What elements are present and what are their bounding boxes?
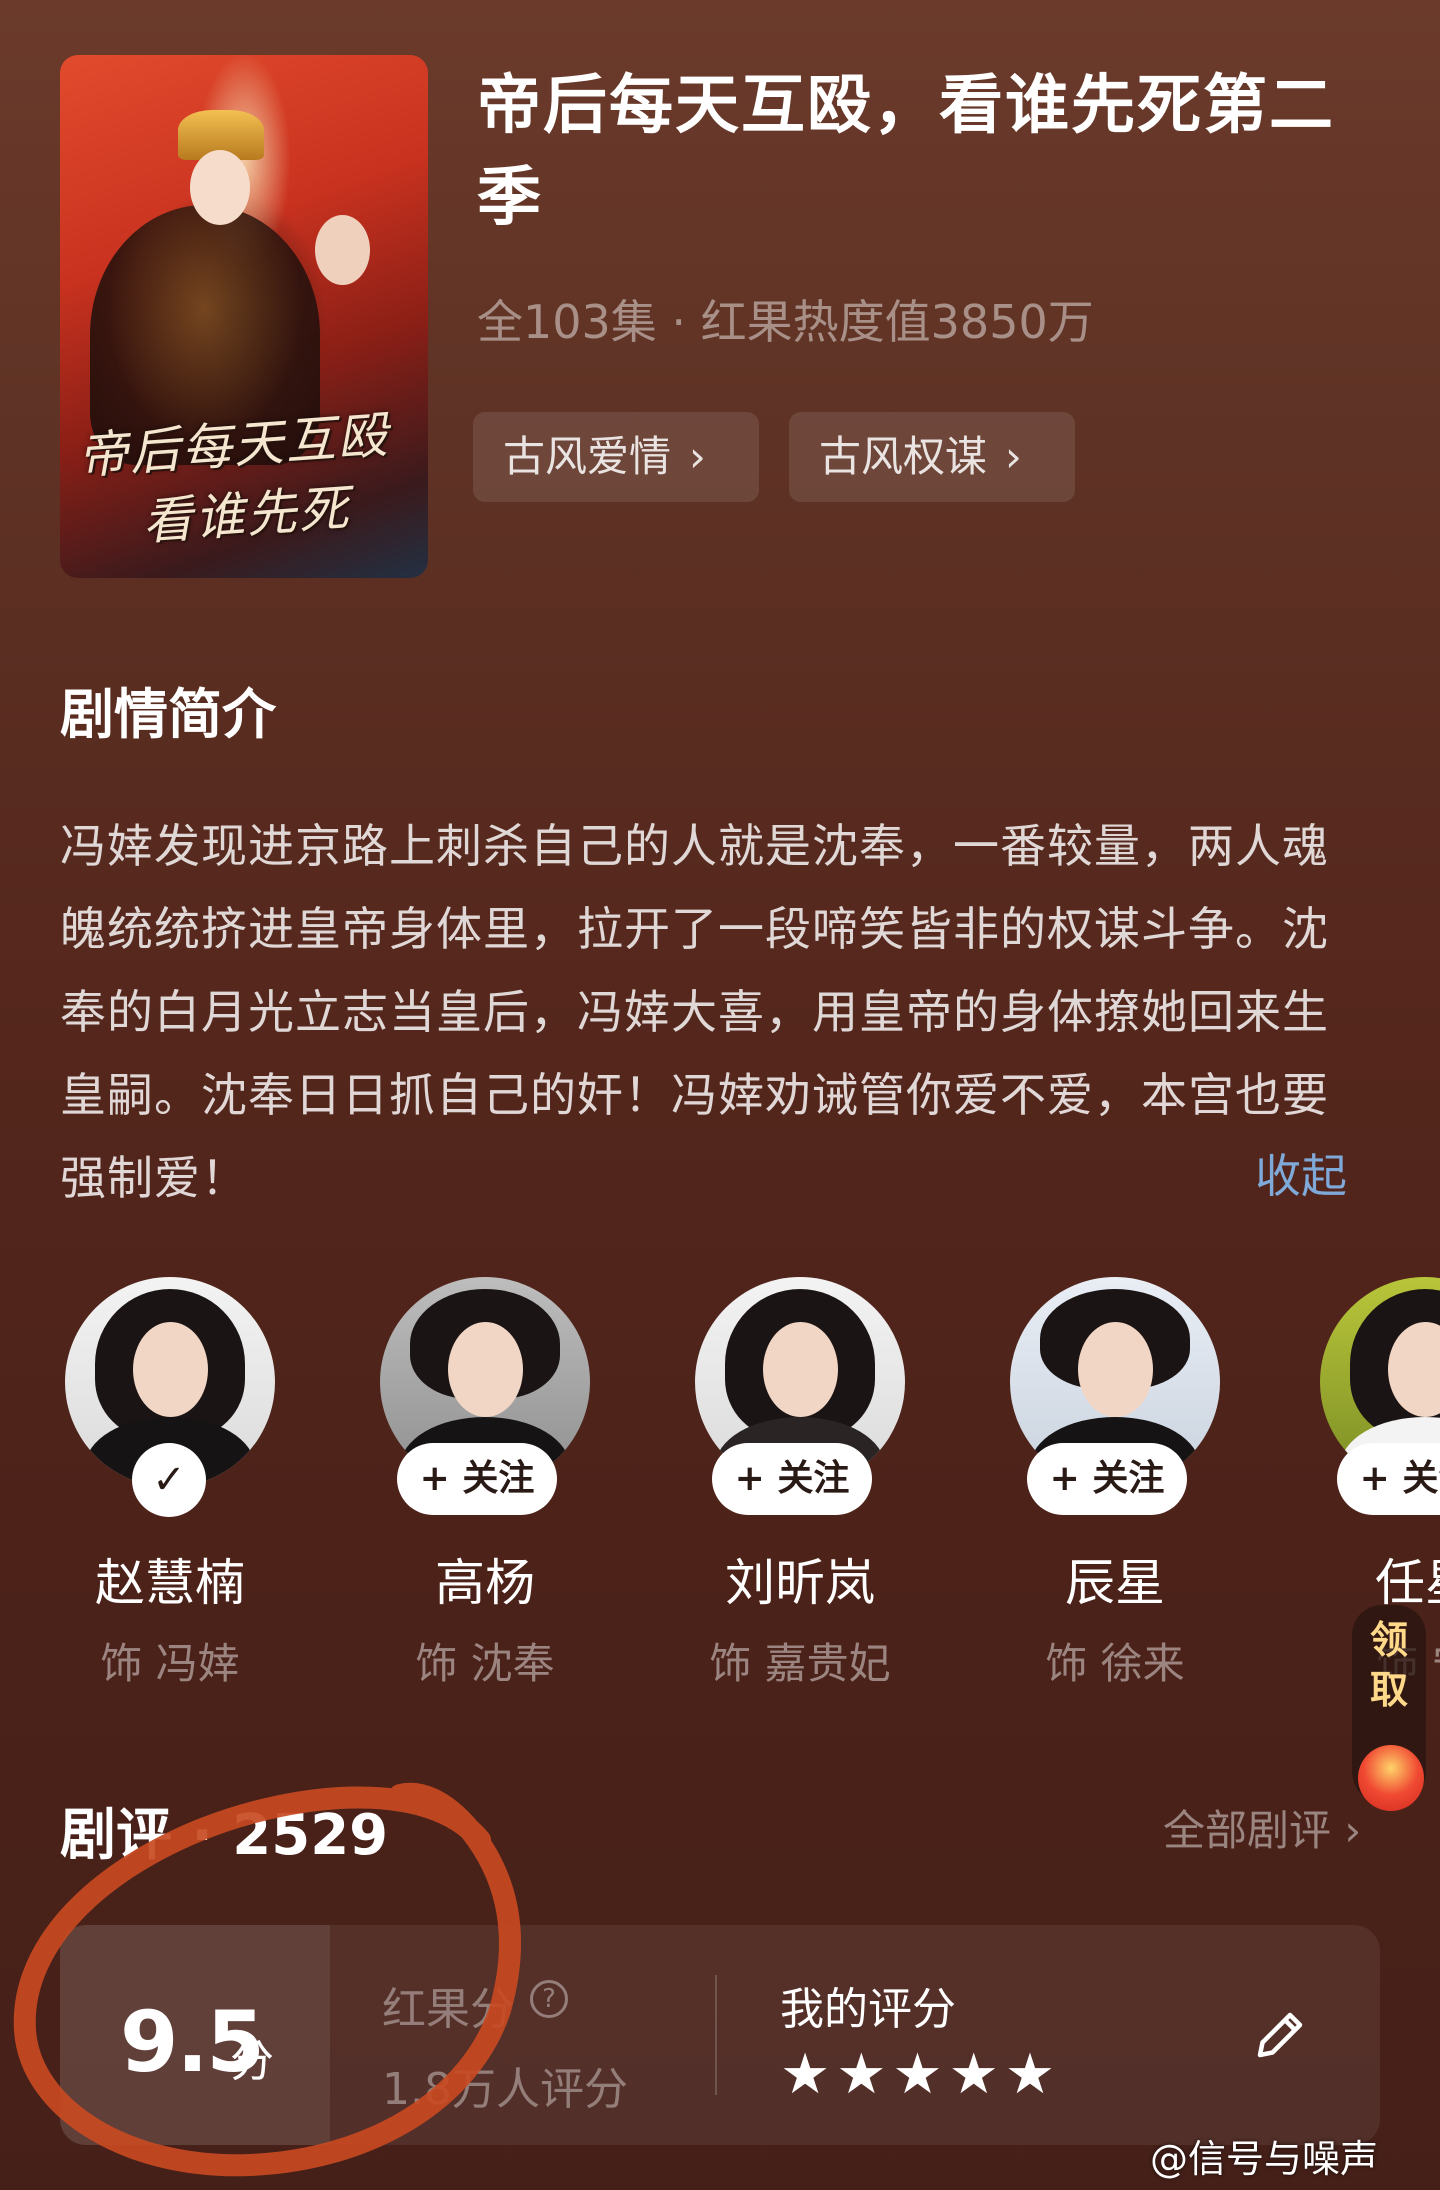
actor-role: 饰 嘉贵妃: [709, 1639, 891, 1688]
star-rating[interactable]: ★ ★ ★ ★ ★: [780, 2045, 1061, 2105]
star-icon[interactable]: ★: [780, 2045, 830, 2105]
pencil-icon[interactable]: [1250, 2005, 1310, 2065]
divider: [715, 1975, 717, 2095]
cast-member[interactable]: + 关注 高杨 饰 沈奉: [365, 1275, 595, 1705]
actor-name: 任星: [1375, 1554, 1440, 1612]
drama-title: 帝后每天互殴，看谁先死第二季: [477, 69, 1335, 235]
actor-role: 饰 沈奉: [415, 1639, 555, 1688]
star-icon[interactable]: ★: [949, 2045, 999, 2105]
actor-role: 饰 徐来: [1045, 1639, 1185, 1688]
score-label: 红果分: [382, 1984, 514, 2035]
actor-name: 刘昕岚: [725, 1554, 875, 1612]
follow-button[interactable]: + 关注: [1027, 1443, 1187, 1515]
poster-calligraphy: 帝后每天互殴 看谁先死: [76, 399, 415, 562]
poster-emperor-face: [315, 215, 370, 285]
rating-count: 1.8万人评分: [382, 2064, 628, 2115]
followed-check-button[interactable]: ✓: [132, 1443, 206, 1517]
reviews-title: 剧评 · 2529: [60, 1803, 389, 1868]
score-unit: 分: [230, 2036, 274, 2087]
cast-member[interactable]: + 关注 辰星 饰 徐来: [995, 1275, 1225, 1705]
genre-tag-label: 古风权谋: [819, 432, 988, 481]
actor-name: 高杨: [435, 1554, 535, 1612]
chevron-right-icon: ›: [1005, 432, 1022, 481]
star-icon[interactable]: ★: [892, 2045, 942, 2105]
reward-label-2: 取: [1369, 1668, 1408, 1712]
star-icon[interactable]: ★: [1005, 2045, 1055, 2105]
score-card: 9.5 分 红果分 ? 1.8万人评分 我的评分 ★ ★ ★ ★ ★: [60, 1925, 1380, 2145]
actor-role: 饰 冯婞: [100, 1639, 240, 1688]
drama-meta: 全103集 · 红果热度值3850万: [477, 295, 1094, 349]
cast-list[interactable]: ✓ 赵慧楠 饰 冯婞 + 关注 高杨 饰 沈奉 + 关注 刘昕岚 饰 嘉贵妃 +…: [0, 1275, 1440, 1705]
follow-button[interactable]: + 关注: [397, 1443, 557, 1515]
chevron-right-icon: ›: [689, 432, 706, 481]
actor-name: 赵慧楠: [95, 1554, 245, 1612]
reward-label-1: 领: [1369, 1618, 1408, 1662]
collapse-link[interactable]: 收起: [1255, 1140, 1347, 1206]
poster-text-line2: 看谁先死: [140, 478, 353, 552]
watermark: @信号与噪声: [1150, 2137, 1379, 2181]
cast-member[interactable]: + 关注 刘昕岚 饰 嘉贵妃: [680, 1275, 910, 1705]
poster-empress-face: [190, 150, 250, 225]
reward-widget[interactable]: 领 取: [1352, 1605, 1426, 1811]
all-reviews-link[interactable]: 全部剧评 ›: [1163, 1797, 1361, 1858]
cast-member[interactable]: ✓ 赵慧楠 饰 冯婞: [50, 1275, 280, 1705]
star-icon[interactable]: ★: [836, 2045, 886, 2105]
genre-tag[interactable]: 古风爱情 ›: [473, 412, 759, 502]
synopsis-title: 剧情简介: [60, 683, 276, 746]
follow-button[interactable]: + 关注: [1337, 1443, 1440, 1515]
my-rating-label: 我的评分: [780, 1984, 956, 2035]
actor-name: 辰星: [1065, 1554, 1165, 1612]
genre-tag[interactable]: 古风权谋 ›: [789, 412, 1075, 502]
red-envelope-icon: [1358, 1745, 1424, 1811]
genre-tag-label: 古风爱情: [503, 432, 672, 481]
score-box: 9.5 分: [60, 1925, 330, 2145]
synopsis-text: 冯婞发现进京路上刺杀自己的人就是沈奉，一番较量，两人魂魄统统挤进皇帝身体里，拉开…: [60, 819, 1329, 1205]
drama-poster[interactable]: 帝后每天互殴 看谁先死: [60, 55, 428, 578]
follow-button[interactable]: + 关注: [712, 1443, 872, 1515]
help-icon[interactable]: ?: [530, 1980, 568, 2018]
